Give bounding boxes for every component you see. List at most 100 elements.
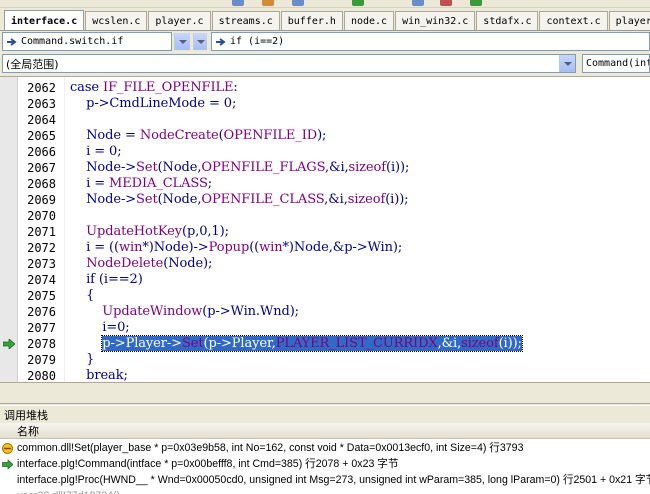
file-tab-label: player.h xyxy=(615,15,650,27)
toolbar-icon[interactable] xyxy=(262,0,274,6)
file-tab[interactable]: buffer.h xyxy=(280,11,343,30)
file-tab-label: wcslen.c xyxy=(92,15,141,27)
file-tab[interactable]: interface.c xyxy=(4,10,85,30)
line-number: 2070 xyxy=(27,209,56,223)
condition-combo[interactable]: if (i==2) xyxy=(211,32,650,51)
symbol-dropdown-button[interactable] xyxy=(174,33,190,50)
call-stack-frame-text: user32.dll!77d18734() xyxy=(17,490,120,494)
line-number: 2077 xyxy=(27,321,56,335)
line-number: 2071 xyxy=(27,225,56,239)
code-text: Node->Set(Node,OPENFILE_FLAGS,&i,sizeof(… xyxy=(70,160,410,175)
code-line[interactable]: 2073 NodeDelete(Node); xyxy=(0,256,650,272)
call-stack-row[interactable]: user32.dll!77d18734() xyxy=(0,488,650,494)
line-number: 2074 xyxy=(27,273,56,287)
code-line[interactable]: 2064 xyxy=(0,112,650,128)
call-stack-column-header[interactable]: 名称 xyxy=(0,423,650,439)
chevron-down-icon xyxy=(563,61,572,66)
file-tab-label: context.c xyxy=(546,15,601,27)
code-text: p->CmdLineMode = 0; xyxy=(70,96,237,111)
code-text: UpdateHotKey(p,0,1); xyxy=(86,224,229,239)
line-number: 2067 xyxy=(27,161,56,175)
code-line[interactable]: 2079 } xyxy=(0,352,650,368)
code-text: break; xyxy=(70,368,128,382)
line-number: 2078 xyxy=(27,337,56,351)
line-number: 2072 xyxy=(27,241,56,255)
file-tab-label: player.c xyxy=(155,15,204,27)
line-number: 2062 xyxy=(27,81,56,95)
code-text: i=0; xyxy=(70,320,130,335)
line-number: 2069 xyxy=(27,193,56,207)
toolbar-icon[interactable] xyxy=(440,0,452,6)
file-tab[interactable]: streams.c xyxy=(211,11,280,30)
symbol-combo[interactable]: Command.switch.if xyxy=(2,32,172,51)
toolbar-icon[interactable] xyxy=(412,0,424,6)
code-line[interactable]: 2080 break; xyxy=(0,368,650,382)
call-stack-row[interactable]: interface.plg!Proc(HWND__ * Wnd=0x00050c… xyxy=(0,472,650,488)
chevron-down-icon xyxy=(178,39,187,44)
toolbar-icon[interactable] xyxy=(470,0,482,6)
code-text: i = 0; xyxy=(70,144,122,159)
code-line[interactable]: 2072 i = ((win*)Node)->Popup((win*)Node,… xyxy=(0,240,650,256)
panel-splitter[interactable] xyxy=(0,382,650,404)
code-line[interactable]: 2078 p->Player->Set(p->Player,PLAYER_LIS… xyxy=(0,335,650,352)
condition-combo-text: if (i==2) xyxy=(230,36,285,47)
code-text: case IF_FILE_OPENFILE: xyxy=(70,80,238,95)
symbol-combo-text: Command.switch.if xyxy=(21,36,124,47)
member-combo[interactable]: Command(int xyxy=(582,54,650,73)
code-line[interactable]: 2065 Node = NodeCreate(OPENFILE_ID); xyxy=(0,128,650,144)
scope-combo[interactable]: (全局范围) xyxy=(2,54,576,73)
line-number: 2075 xyxy=(27,289,56,303)
code-line[interactable]: 2076 UpdateWindow(p->Win.Wnd); xyxy=(0,304,650,320)
call-return-arrow-icon xyxy=(3,339,15,349)
toolbar-icon[interactable] xyxy=(292,0,304,6)
code-line[interactable]: 2062 case IF_FILE_OPENFILE: xyxy=(0,80,650,96)
line-number: 2079 xyxy=(27,353,56,367)
code-text: Node->Set(Node,OPENFILE_CLASS,&i,sizeof(… xyxy=(70,192,409,207)
file-tab[interactable]: win_win32.c xyxy=(395,11,476,30)
file-tab[interactable]: player.h xyxy=(608,11,650,30)
file-tab-label: stdafx.c xyxy=(483,15,532,27)
code-line[interactable]: 2074 if (i==2) xyxy=(0,272,650,288)
file-tab-label: buffer.h xyxy=(287,15,336,27)
line-number: 2063 xyxy=(27,97,56,111)
file-tab-label: streams.c xyxy=(218,15,273,27)
file-tab[interactable]: context.c xyxy=(539,11,608,30)
code-line[interactable]: 2068 i = MEDIA_CLASS; xyxy=(0,176,650,192)
line-number: 2073 xyxy=(27,257,56,271)
code-line[interactable]: 2075 { xyxy=(0,288,650,304)
symbol-sort-button[interactable] xyxy=(193,33,207,50)
code-line[interactable]: 2070 xyxy=(0,208,650,224)
call-stack-row[interactable]: interface.plg!Command(intface * p=0x00be… xyxy=(0,456,650,472)
code-line[interactable]: 2066 i = 0; xyxy=(0,144,650,160)
code-editor[interactable]: 2062 case IF_FILE_OPENFILE: 2063 p->CmdLin… xyxy=(0,76,650,382)
code-text: } xyxy=(70,352,95,367)
call-stack-row[interactable]: common.dll!Set(player_base * p=0x03e9b58… xyxy=(0,440,650,456)
line-number: 2076 xyxy=(27,305,56,319)
code-text: p->Player->Set(p->Player,PLAYER_LIST_CUR… xyxy=(70,335,523,352)
toolbar-icon[interactable] xyxy=(232,0,244,6)
file-tab[interactable]: wcslen.c xyxy=(85,11,148,30)
file-tab-label: node.c xyxy=(350,15,388,27)
code-line[interactable]: 2071 UpdateHotKey(p,0,1); xyxy=(0,224,650,240)
chevron-down-icon xyxy=(196,39,205,44)
code-line[interactable]: 2063 p->CmdLineMode = 0; xyxy=(0,96,650,112)
file-tab[interactable]: player.c xyxy=(148,11,211,30)
code-line[interactable]: 2067 Node->Set(Node,OPENFILE_FLAGS,&i,si… xyxy=(0,160,650,176)
call-stack-frame-text: interface.plg!Command(intface * p=0x00be… xyxy=(17,458,399,470)
member-combo-text: Command(int xyxy=(586,58,650,69)
code-text: UpdateWindow(p->Win.Wnd); xyxy=(102,304,299,319)
call-stack-frame-text: interface.plg!Proc(HWND__ * Wnd=0x00050c… xyxy=(17,474,650,486)
call-stack-list: common.dll!Set(player_base * p=0x03e9b58… xyxy=(0,439,650,494)
file-tab[interactable]: node.c xyxy=(343,11,395,30)
current-frame-icon xyxy=(2,443,13,454)
scope-dropdown-button[interactable] xyxy=(559,55,575,72)
toolbar-icon[interactable] xyxy=(352,0,364,6)
code-text: NodeDelete(Node); xyxy=(86,256,213,271)
file-tab[interactable]: stdafx.c xyxy=(476,11,539,30)
code-line[interactable]: 2077 i=0; xyxy=(0,320,650,336)
code-text: Node = NodeCreate(OPENFILE_ID); xyxy=(70,128,327,143)
file-tab-label: interface.c xyxy=(11,15,78,27)
selected-code: p->Player->Set(p->Player,PLAYER_LIST_CUR… xyxy=(101,335,523,352)
code-line[interactable]: 2069 Node->Set(Node,OPENFILE_CLASS,&i,si… xyxy=(0,192,650,208)
caller-frame-icon xyxy=(2,459,13,470)
